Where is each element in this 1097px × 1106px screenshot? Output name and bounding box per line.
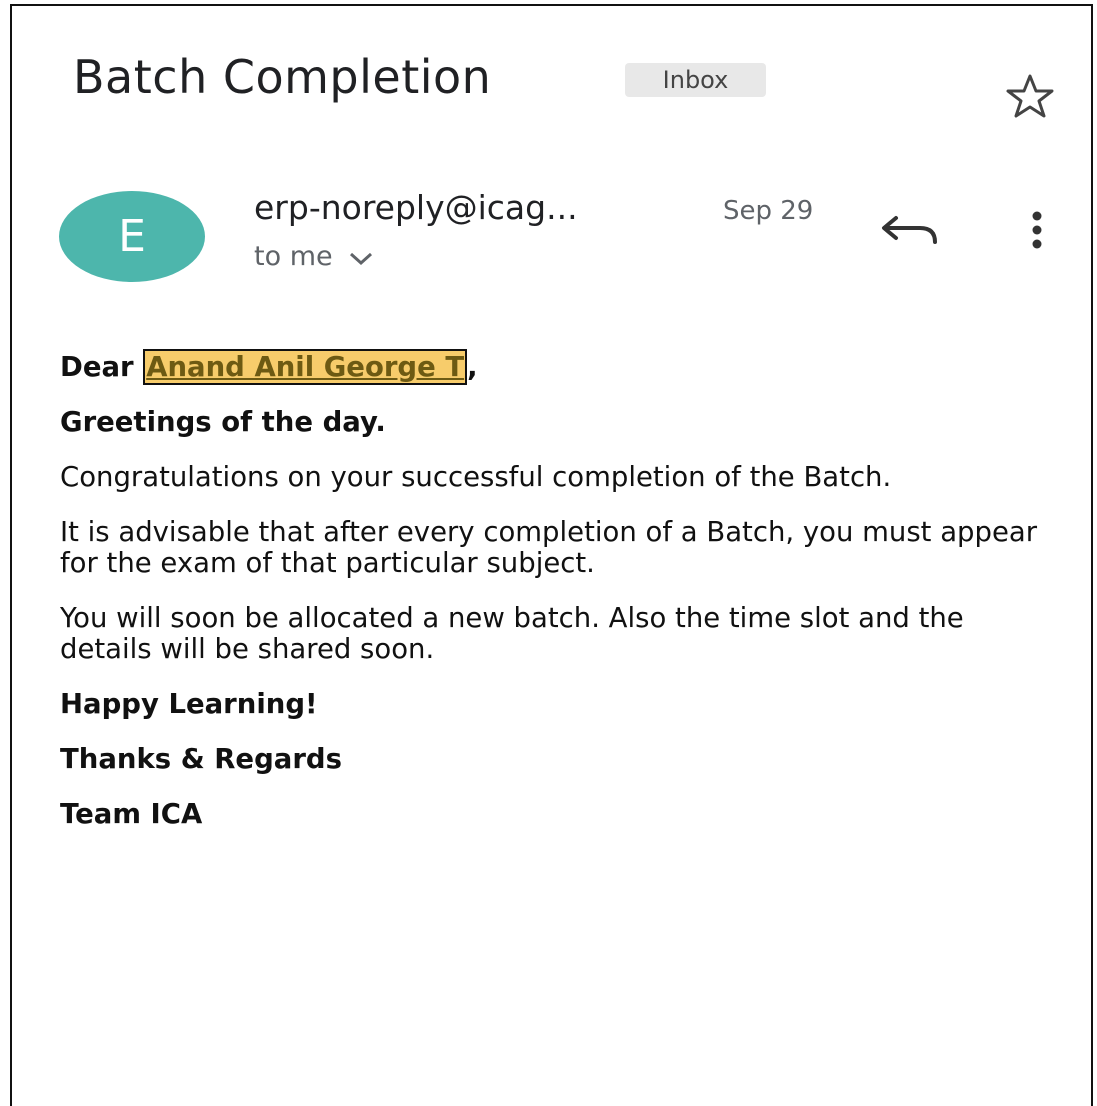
- recipient-label: to me: [254, 241, 333, 272]
- paragraph-advice: It is advisable that after every complet…: [60, 516, 1038, 579]
- avatar[interactable]: E: [59, 191, 205, 282]
- paragraph-congratulations: Congratulations on your successful compl…: [60, 461, 892, 493]
- recipient-toggle[interactable]: to me: [254, 241, 375, 272]
- more-options-icon[interactable]: [1022, 208, 1052, 252]
- signature: Team ICA: [60, 798, 203, 830]
- salutation-line: Dear Anand Anil George T,: [60, 349, 1060, 385]
- paragraph-next-batch: You will soon be allocated a new batch. …: [60, 602, 964, 665]
- salutation-comma: ,: [467, 351, 478, 383]
- closing-regards: Thanks & Regards: [60, 743, 342, 775]
- email-body: Dear Anand Anil George T, Greetings of t…: [60, 349, 1060, 854]
- email-date: Sep 29: [723, 196, 814, 226]
- email-subject: Batch Completion: [73, 50, 492, 104]
- recipient-name-highlight: Anand Anil George T: [143, 349, 468, 385]
- closing-happy-learning: Happy Learning!: [60, 688, 318, 720]
- inbox-label-chip[interactable]: Inbox: [625, 63, 766, 97]
- greeting-line: Greetings of the day.: [60, 406, 386, 438]
- sender-address[interactable]: erp-noreply@icag...: [254, 188, 578, 227]
- chevron-down-icon[interactable]: [347, 250, 375, 268]
- reply-icon[interactable]: [880, 210, 940, 250]
- salutation-word: Dear: [60, 351, 134, 383]
- star-icon[interactable]: [1000, 72, 1060, 120]
